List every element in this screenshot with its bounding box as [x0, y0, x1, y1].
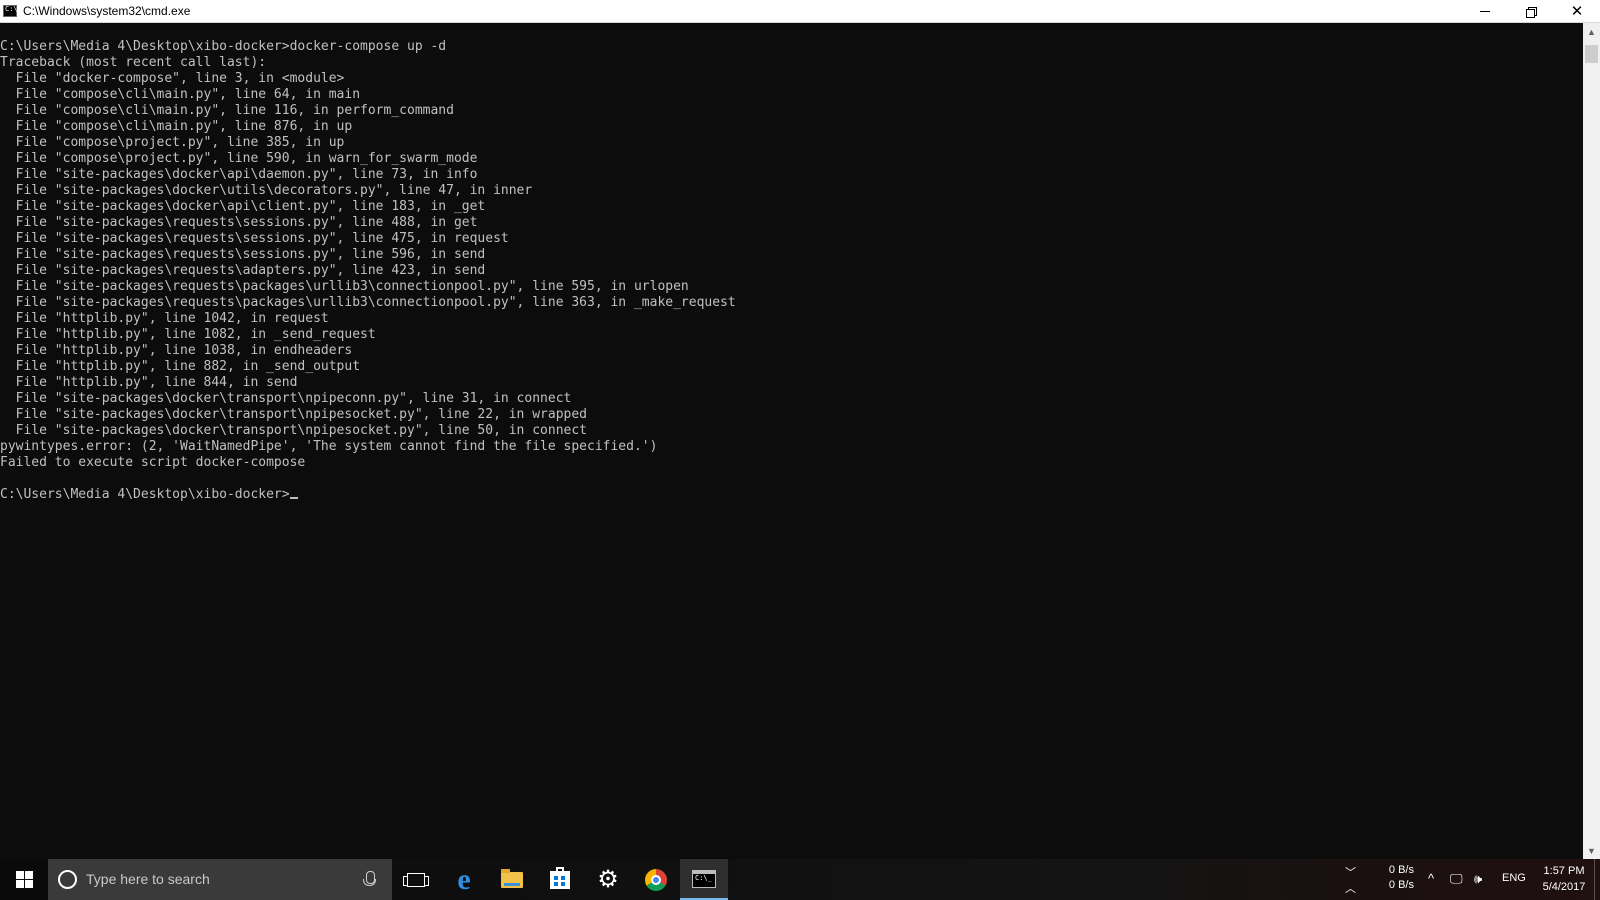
gear-icon: ⚙: [597, 865, 619, 893]
console-line: File "site-packages\requests\packages\ur…: [0, 295, 736, 310]
console-line: File "httplib.py", line 844, in send: [0, 375, 298, 390]
chevron-up-icon: ︿: [1345, 883, 1356, 895]
console-line: File "httplib.py", line 882, in _send_ou…: [0, 359, 361, 374]
windows-logo-icon: [15, 871, 33, 888]
restore-icon: [1526, 6, 1537, 18]
console-line: File "site-packages\docker\transport\npi…: [0, 407, 587, 422]
console-text: C:\Users\Media 4\Desktop\xibo-docker>doc…: [0, 23, 1583, 503]
console-line: File "site-packages\requests\packages\ur…: [0, 279, 689, 294]
console-line: File "httplib.py", line 1082, in _send_r…: [0, 327, 376, 342]
console-output[interactable]: C:\Users\Media 4\Desktop\xibo-docker>doc…: [0, 23, 1583, 859]
language-indicator[interactable]: ENG: [1502, 872, 1526, 884]
file-explorer-button[interactable]: [488, 859, 536, 900]
console-line: File "httplib.py", line 1042, in request: [0, 311, 329, 326]
taskbar: Type here to search e ⚙ ﹀ ︿ 0 B/s 0 B/s …: [0, 859, 1600, 900]
clock-date: 5/4/2017: [1542, 881, 1586, 893]
console-line: File "site-packages\docker\api\client.py…: [0, 199, 486, 214]
show-hidden-icons-chevron-icon[interactable]: ^: [1428, 871, 1434, 886]
search-placeholder: Type here to search: [86, 871, 210, 887]
scrollbar-thumb[interactable]: [1585, 45, 1598, 63]
console-line: File "site-packages\docker\transport\npi…: [0, 391, 572, 406]
task-view-icon: [403, 872, 429, 887]
edge-button[interactable]: e: [440, 859, 488, 900]
console-line: File "site-packages\requests\sessions.py…: [0, 215, 478, 230]
console-line: File "site-packages\requests\adapters.py…: [0, 263, 486, 278]
restore-button[interactable]: [1508, 0, 1554, 23]
console-line: File "compose\cli\main.py", line 64, in …: [0, 87, 361, 102]
console-line: pywintypes.error: (2, 'WaitNamedPipe', '…: [0, 439, 658, 454]
settings-button[interactable]: ⚙: [584, 859, 632, 900]
text-cursor: [289, 497, 298, 499]
clock-time: 1:57 PM: [1543, 865, 1585, 877]
cmd-app-icon: [3, 5, 18, 17]
console-line: File "compose\cli\main.py", line 876, in…: [0, 119, 353, 134]
scroll-down-arrow-icon[interactable]: ▼: [1583, 842, 1600, 859]
chevron-down-icon: ﹀: [1345, 867, 1356, 879]
console-line: File "site-packages\requests\sessions.py…: [0, 231, 509, 246]
network-speed: 0 B/s 0 B/s: [1374, 863, 1414, 893]
start-button[interactable]: [0, 859, 48, 900]
net-download-speed: 0 B/s: [1388, 879, 1414, 891]
chrome-icon: [645, 868, 667, 891]
console-line: Traceback (most recent call last):: [0, 55, 267, 70]
network-icon[interactable]: 🖵: [1450, 871, 1463, 887]
console-prompt-line[interactable]: C:\Users\Media 4\Desktop\xibo-docker>: [0, 487, 1583, 503]
console-prompt: C:\Users\Media 4\Desktop\xibo-docker>: [0, 487, 290, 502]
chrome-button[interactable]: [632, 859, 680, 900]
console-line: File "compose\project.py", line 590, in …: [0, 151, 478, 166]
minimize-button[interactable]: [1462, 0, 1508, 23]
console-line: Failed to execute script docker-compose: [0, 455, 306, 470]
minimize-icon: [1480, 11, 1490, 12]
console-line: C:\Users\Media 4\Desktop\xibo-docker>doc…: [0, 39, 447, 54]
store-icon: [550, 866, 570, 889]
folder-icon: [501, 868, 523, 888]
window-title: C:\Windows\system32\cmd.exe: [23, 4, 191, 18]
close-button[interactable]: ✕: [1554, 0, 1600, 23]
net-upload-speed: 0 B/s: [1388, 864, 1414, 876]
volume-icon[interactable]: 🕪: [1474, 871, 1482, 887]
console-line: File "site-packages\requests\sessions.py…: [0, 247, 486, 262]
console-line: File "docker-compose", line 3, in <modul…: [0, 71, 345, 86]
store-button[interactable]: [536, 859, 584, 900]
cmd-icon: [692, 869, 716, 888]
show-desktop-button[interactable]: [1594, 859, 1600, 900]
cmd-taskbar-button[interactable]: [680, 859, 728, 900]
console-line: File "compose\project.py", line 385, in …: [0, 135, 345, 150]
scroll-up-arrow-icon[interactable]: ▲: [1583, 23, 1600, 40]
console-line: File "httplib.py", line 1038, in endhead…: [0, 343, 353, 358]
clock[interactable]: 1:57 PM 5/4/2017: [1536, 863, 1592, 895]
microphone-icon[interactable]: [363, 871, 376, 886]
search-box[interactable]: Type here to search: [48, 859, 392, 900]
cortana-icon: [58, 870, 77, 889]
vertical-scrollbar[interactable]: ▲ ▼: [1583, 23, 1600, 859]
console-line: File "site-packages\docker\api\daemon.py…: [0, 167, 478, 182]
edge-icon: e: [457, 862, 471, 896]
close-icon: ✕: [1570, 3, 1584, 20]
network-monitor-icon[interactable]: ﹀ ︿: [1340, 859, 1362, 900]
console-line: File "site-packages\docker\utils\decorat…: [0, 183, 533, 198]
console-line: File "compose\cli\main.py", line 116, in…: [0, 103, 454, 118]
console-line: File "site-packages\docker\transport\npi…: [0, 423, 587, 438]
task-view-button[interactable]: [392, 859, 440, 900]
window-title-bar[interactable]: C:\Windows\system32\cmd.exe ✕: [0, 0, 1600, 23]
